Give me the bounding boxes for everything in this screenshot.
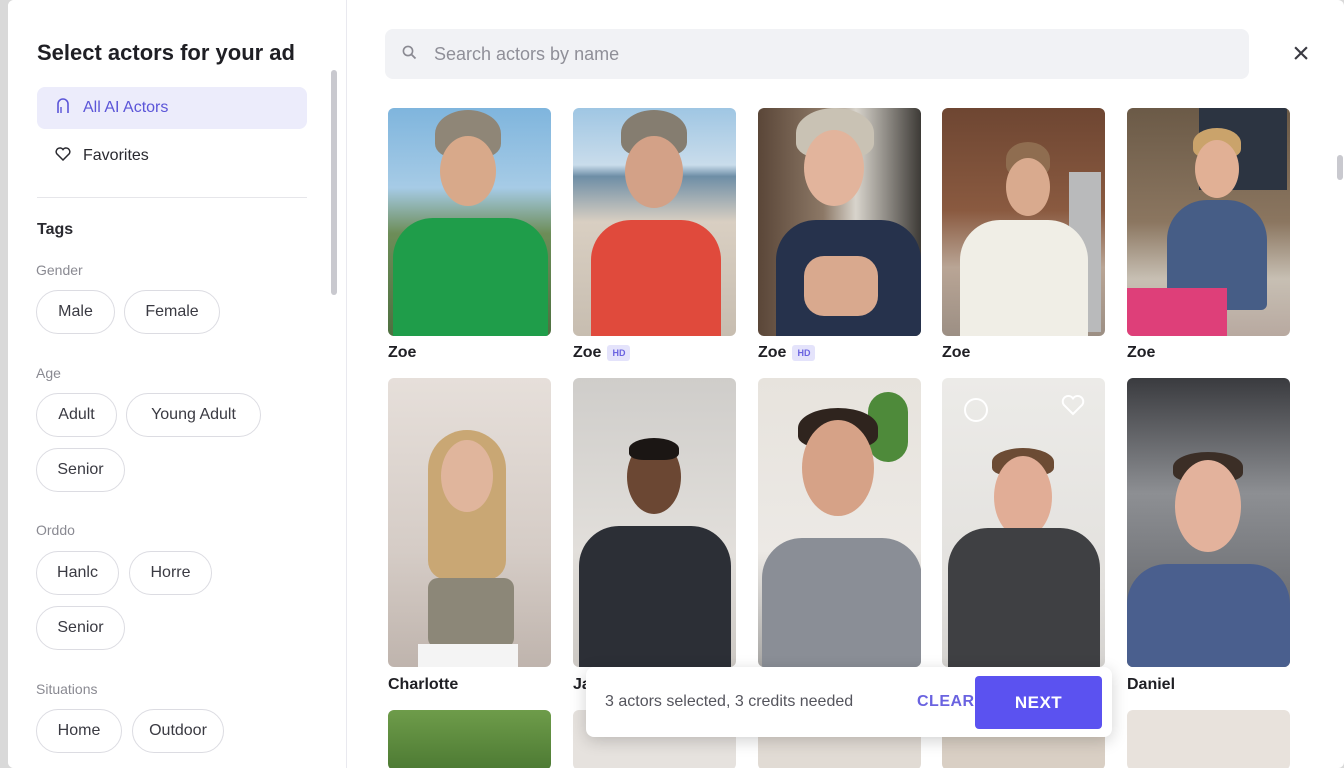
sidebar-item-all-ai-actors[interactable]: All AI Actors — [37, 87, 307, 129]
chip-female[interactable]: Female — [124, 290, 220, 334]
actor-thumbnail[interactable] — [388, 710, 551, 768]
divider — [37, 197, 307, 198]
chip-young-adult[interactable]: Young Adult — [126, 393, 261, 437]
actor-thumbnail[interactable] — [1127, 710, 1290, 768]
actor-name: Zoe — [1127, 344, 1156, 361]
actor-name: Charlotte — [388, 676, 459, 693]
chip-senior-2[interactable]: Senior — [36, 606, 125, 650]
group-label-age: Age — [36, 365, 61, 381]
hd-badge: HD — [607, 345, 631, 361]
group-label-other: Orddo — [36, 522, 75, 538]
actor-name: Daniel — [1127, 676, 1176, 693]
actor-thumbnail[interactable] — [388, 378, 551, 667]
group-label-gender: Gender — [36, 262, 83, 278]
selection-status: 3 actors selected, 3 credits needed — [605, 693, 854, 710]
actor-thumbnail[interactable] — [573, 378, 736, 667]
chip-outdoor[interactable]: Outdoor — [132, 709, 224, 753]
next-button[interactable]: NEXT — [975, 676, 1102, 729]
chip-senior[interactable]: Senior — [36, 448, 125, 492]
search-icon — [402, 45, 422, 64]
actor-name: Zoe — [942, 344, 971, 361]
close-icon[interactable]: × — [1287, 39, 1315, 69]
sidebar: Select actors for your ad All AI Actors … — [8, 0, 347, 768]
chip-home[interactable]: Home — [36, 709, 122, 753]
select-circle-icon[interactable] — [964, 398, 988, 422]
favorite-heart-icon[interactable] — [1061, 394, 1085, 422]
actor-thumbnail[interactable] — [758, 108, 921, 336]
actor-thumbnail[interactable] — [942, 108, 1105, 336]
actor-name: Zoe HD — [758, 344, 816, 362]
sidebar-scrollbar[interactable] — [331, 70, 337, 295]
main-scrollbar[interactable] — [1337, 155, 1343, 180]
chip-adult[interactable]: Adult — [36, 393, 117, 437]
actor-thumbnail[interactable] — [573, 108, 736, 336]
tags-heading: Tags — [37, 221, 74, 238]
hd-badge: HD — [792, 345, 816, 361]
people-icon — [53, 98, 73, 118]
group-label-situations: Situations — [36, 681, 98, 697]
actor-thumbnail[interactable] — [942, 378, 1105, 667]
sidebar-item-label: All AI Actors — [83, 99, 169, 116]
chip-hanlc[interactable]: Hanlc — [36, 551, 119, 595]
search-bar[interactable]: Search actors by name — [385, 29, 1249, 79]
selection-bar: 3 actors selected, 3 credits needed CLEA… — [586, 667, 1112, 737]
actor-name: Zoe — [388, 344, 417, 361]
sidebar-item-favorites[interactable]: Favorites — [37, 135, 307, 177]
chip-horre[interactable]: Horre — [129, 551, 212, 595]
sidebar-item-label: Favorites — [83, 147, 149, 164]
heart-icon — [53, 147, 73, 165]
chip-male[interactable]: Male — [36, 290, 115, 334]
actor-thumbnail[interactable] — [388, 108, 551, 336]
actor-name: Zoe HD — [573, 344, 631, 362]
actor-picker-modal: Select actors for your ad All AI Actors … — [8, 0, 1344, 768]
actor-thumbnail[interactable] — [1127, 108, 1290, 336]
actor-thumbnail[interactable] — [1127, 378, 1290, 667]
clear-button[interactable]: CLEAR — [917, 693, 975, 711]
search-input[interactable]: Search actors by name — [434, 44, 619, 65]
page-title: Select actors for your ad — [37, 40, 295, 65]
actor-thumbnail[interactable] — [758, 378, 921, 667]
